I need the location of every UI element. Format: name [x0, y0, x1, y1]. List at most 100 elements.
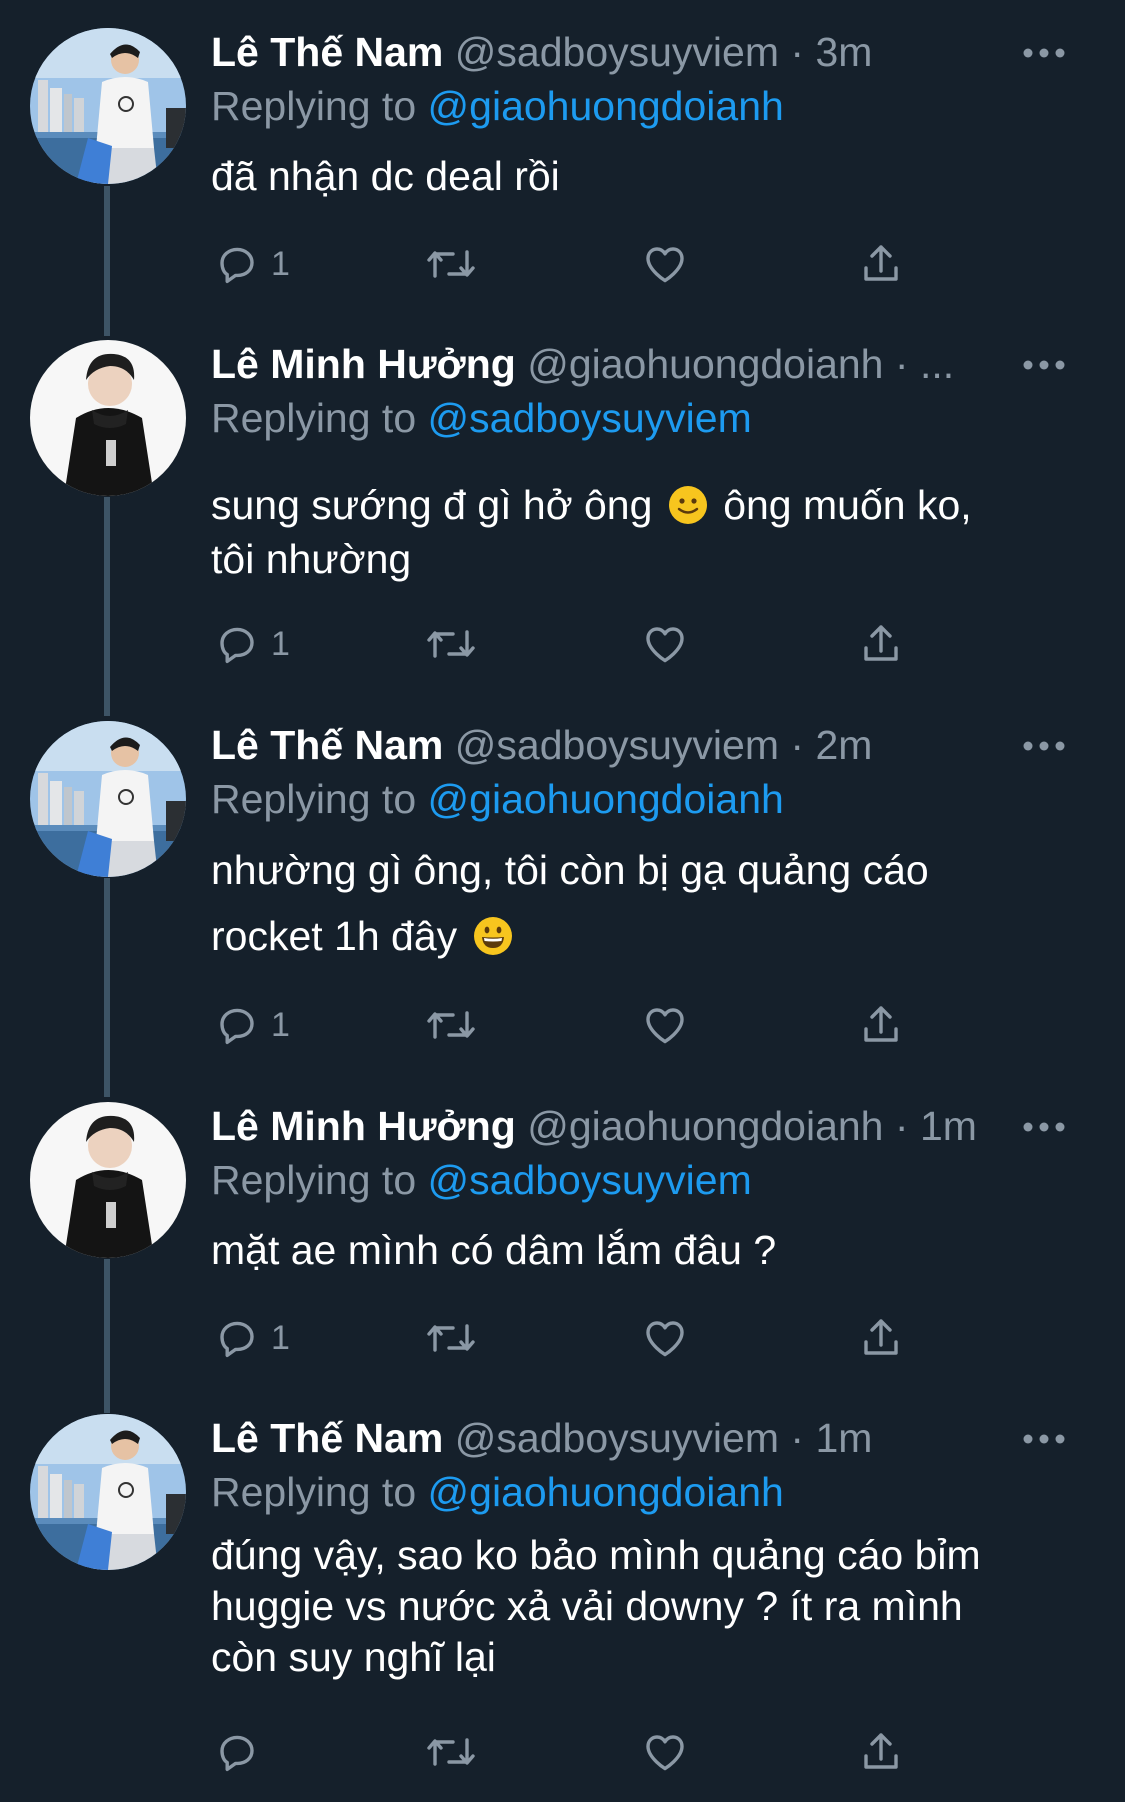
- share-icon: [864, 1733, 898, 1769]
- author-name[interactable]: Lê Minh Hưởng: [211, 1103, 516, 1149]
- retweet-button[interactable]: [423, 1724, 479, 1780]
- tweet-header: Lê Thế Nam @sadboysuyviem · 3m: [211, 26, 1011, 78]
- tweet-text: đúng vậy, sao ko bảo mình quảng cáo bỉm …: [211, 1530, 1071, 1683]
- replying-to-mention[interactable]: @giaohuongdoianh: [428, 1469, 784, 1515]
- author-handle[interactable]: @giaohuongdoianh: [527, 341, 883, 387]
- reply-icon: [220, 627, 254, 664]
- avatar[interactable]: [30, 28, 186, 184]
- more-options-icon[interactable]: [1018, 1419, 1070, 1459]
- replying-to-label: Replying to: [211, 776, 417, 822]
- avatar[interactable]: [30, 721, 186, 877]
- avatar[interactable]: [30, 1414, 186, 1570]
- replying-to-label: Replying to: [211, 395, 417, 441]
- more-options-icon[interactable]: [1018, 33, 1070, 73]
- tweet-text-line: tôi nhường: [211, 536, 412, 582]
- reply-button[interactable]: 1: [213, 616, 290, 672]
- timestamp[interactable]: 2m: [815, 722, 872, 768]
- author-handle[interactable]: @sadboysuyviem: [455, 29, 779, 75]
- tweet-text-line: sung sướng đ gì hở ông ông muốn ko,: [211, 478, 1071, 532]
- more-options-icon[interactable]: [1018, 345, 1070, 385]
- tweet[interactable]: Lê Minh Hưởng @giaohuongdoianh · ... Rep…: [0, 312, 1125, 692]
- avatar-photo-man-waterfront: [30, 1414, 186, 1570]
- timestamp[interactable]: 1m: [815, 1415, 872, 1461]
- like-button[interactable]: [641, 997, 689, 1053]
- retweet-button[interactable]: [423, 1310, 479, 1366]
- share-button[interactable]: [857, 616, 905, 672]
- tweet-text: sung sướng đ gì hở ông ông muốn ko, tôi …: [211, 478, 1071, 586]
- tweet[interactable]: Lê Thế Nam @sadboysuyviem · 2m Replying …: [0, 693, 1125, 1073]
- reply-button[interactable]: [213, 1724, 271, 1780]
- avatar-photo-man-waterfront: [30, 721, 186, 877]
- tweet-text-line: đúng vậy, sao ko bảo mình quảng cáo bỉm: [211, 1532, 981, 1578]
- like-button[interactable]: [641, 1310, 689, 1366]
- author-handle[interactable]: @sadboysuyviem: [455, 722, 779, 768]
- like-button[interactable]: [641, 236, 689, 292]
- tweet-text: đã nhận dc deal rồi: [211, 148, 1071, 204]
- tweet-actions: 1: [211, 236, 1031, 292]
- tweet-text-segment: rocket 1h đây: [211, 913, 458, 959]
- like-icon: [646, 1735, 684, 1771]
- author-handle[interactable]: @sadboysuyviem: [455, 1415, 779, 1461]
- share-icon: [864, 1006, 898, 1042]
- author-name[interactable]: Lê Thế Nam: [211, 722, 443, 768]
- retweet-icon: [427, 1324, 475, 1352]
- tweet[interactable]: Lê Minh Hưởng @giaohuongdoianh · 1m Repl…: [0, 1074, 1125, 1384]
- reply-button[interactable]: 1: [213, 1310, 290, 1366]
- share-button[interactable]: [857, 997, 905, 1053]
- retweet-button[interactable]: [423, 997, 479, 1053]
- share-button[interactable]: [857, 236, 905, 292]
- tweet-actions: 1: [211, 616, 1031, 672]
- reply-icon: [220, 1321, 254, 1358]
- author-name[interactable]: Lê Minh Hưởng: [211, 341, 516, 387]
- tweet-text-segment: ông muốn ko,: [723, 482, 972, 528]
- replying-to-mention[interactable]: @giaohuongdoianh: [428, 83, 784, 129]
- grinning-face-emoji: [473, 917, 512, 955]
- avatar[interactable]: [30, 1102, 186, 1258]
- timestamp[interactable]: 1m: [920, 1103, 977, 1149]
- replying-to-mention[interactable]: @sadboysuyviem: [428, 395, 752, 441]
- tweet-thread: Lê Thế Nam @sadboysuyviem · 3m Replying …: [0, 0, 1125, 1802]
- retweet-icon: [427, 630, 475, 658]
- share-icon: [864, 625, 898, 661]
- tweet-text-line: nhường gì ông, tôi còn bị gạ quảng cáo: [211, 847, 929, 893]
- reply-icon: [220, 1008, 254, 1045]
- timestamp[interactable]: 3m: [815, 29, 872, 75]
- retweet-button[interactable]: [423, 616, 479, 672]
- replying-to: Replying to @giaohuongdoianh: [211, 80, 784, 132]
- timestamp[interactable]: ...: [920, 341, 954, 387]
- like-button[interactable]: [641, 1724, 689, 1780]
- reply-count: 1: [271, 244, 290, 283]
- tweet[interactable]: Lê Thế Nam @sadboysuyviem · 3m Replying …: [0, 0, 1125, 310]
- tweet-text-line: mặt ae mình có dâm lắm đâu ?: [211, 1227, 777, 1273]
- reply-icon: [220, 1735, 254, 1772]
- more-options-icon[interactable]: [1018, 726, 1070, 766]
- tweet-actions: 1: [211, 1310, 1031, 1366]
- like-icon: [646, 247, 684, 283]
- tweet[interactable]: Lê Thế Nam @sadboysuyviem · 1m Replying …: [0, 1386, 1125, 1802]
- share-button[interactable]: [857, 1724, 905, 1780]
- replying-to-label: Replying to: [211, 1469, 417, 1515]
- tweet-header: Lê Thế Nam @sadboysuyviem · 2m: [211, 719, 1011, 771]
- replying-to-label: Replying to: [211, 1157, 417, 1203]
- reply-icon: [220, 247, 254, 284]
- reply-button[interactable]: 1: [213, 997, 290, 1053]
- more-options-icon[interactable]: [1018, 1107, 1070, 1147]
- author-handle[interactable]: @giaohuongdoianh: [527, 1103, 883, 1149]
- avatar[interactable]: [30, 340, 186, 496]
- replying-to: Replying to @giaohuongdoianh: [211, 1466, 784, 1518]
- replying-to: Replying to @sadboysuyviem: [211, 1154, 752, 1206]
- share-icon: [864, 1319, 898, 1355]
- like-button[interactable]: [641, 616, 689, 672]
- tweet-header: Lê Minh Hưởng @giaohuongdoianh · ...: [211, 338, 1011, 390]
- separator-dot: ·: [894, 341, 909, 387]
- reply-button[interactable]: 1: [213, 236, 290, 292]
- tweet-text-line: huggie vs nước xả vải downy ? ít ra mình: [211, 1583, 963, 1629]
- author-name[interactable]: Lê Thế Nam: [211, 29, 443, 75]
- avatar-photo-man-black-hoodie: [30, 340, 186, 496]
- share-button[interactable]: [857, 1310, 905, 1366]
- replying-to: Replying to @giaohuongdoianh: [211, 773, 784, 825]
- author-name[interactable]: Lê Thế Nam: [211, 1415, 443, 1461]
- replying-to-mention[interactable]: @sadboysuyviem: [428, 1157, 752, 1203]
- retweet-button[interactable]: [423, 236, 479, 292]
- replying-to-mention[interactable]: @giaohuongdoianh: [428, 776, 784, 822]
